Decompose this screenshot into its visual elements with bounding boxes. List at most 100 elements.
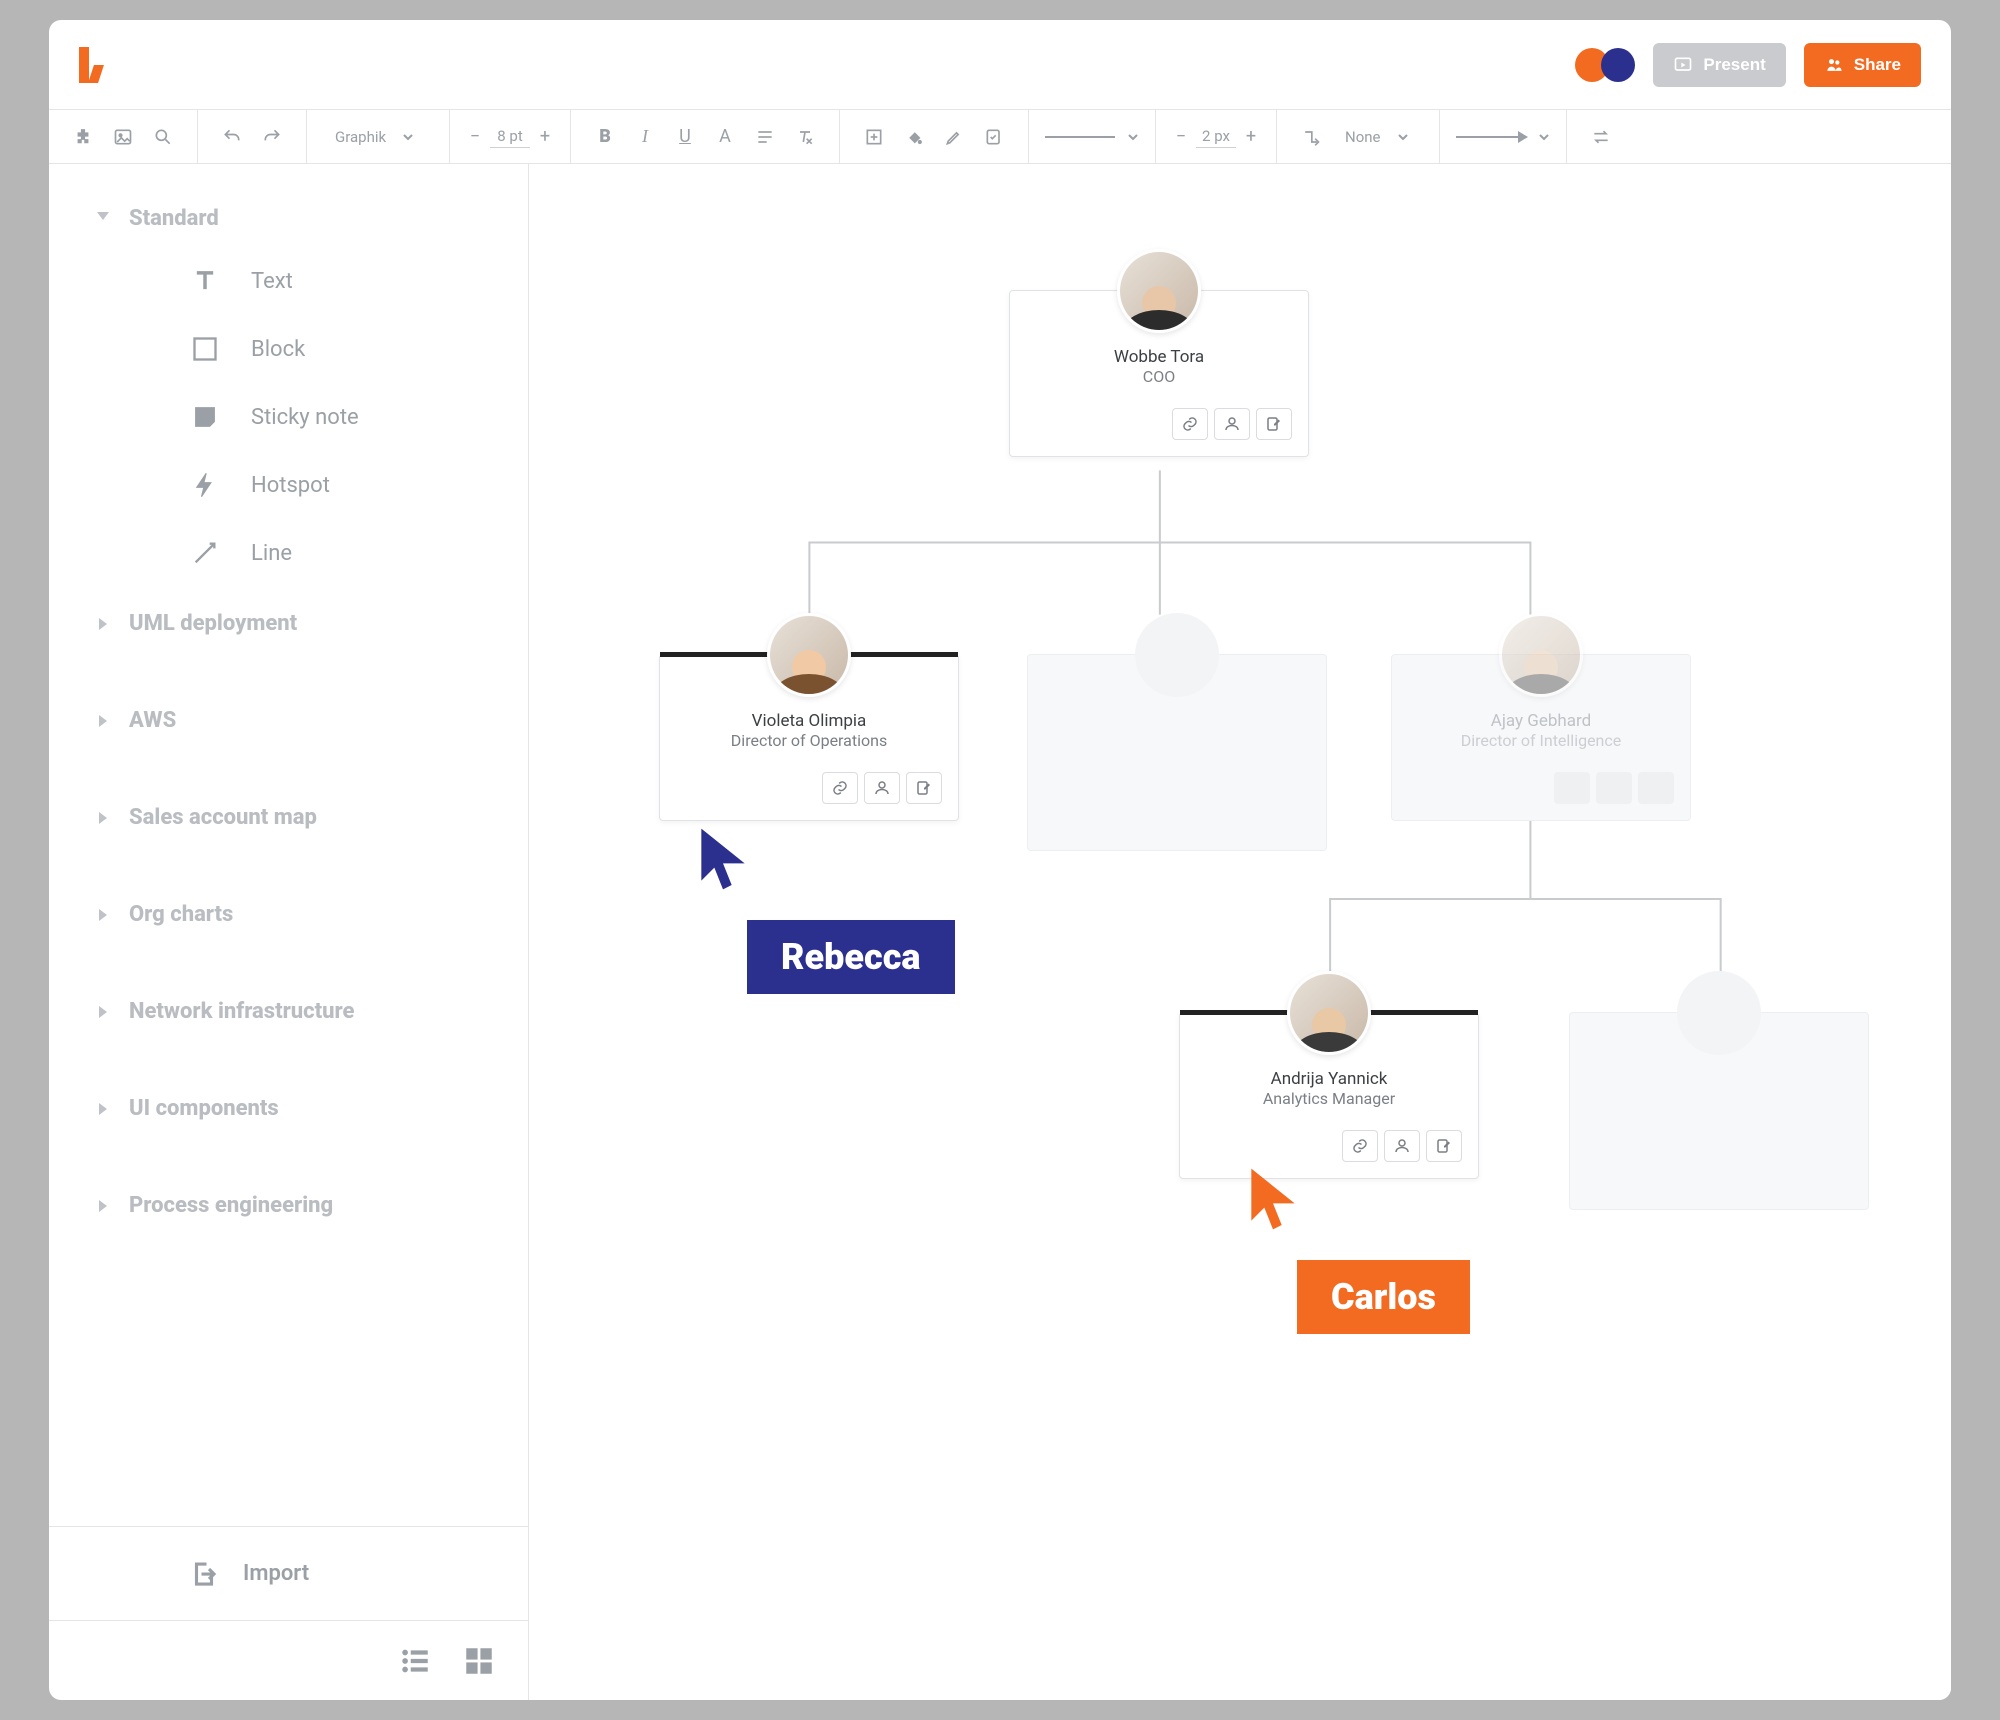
import-button[interactable]: Import xyxy=(49,1526,528,1620)
section-label: UI components xyxy=(129,1096,279,1121)
bold-button[interactable]: B xyxy=(587,119,623,155)
avatar-placeholder xyxy=(1135,613,1219,697)
node-edit-button[interactable] xyxy=(1638,772,1674,804)
font-family-select[interactable]: Graphik xyxy=(323,119,433,155)
font-size-decrease[interactable]: − xyxy=(466,126,484,147)
line-icon xyxy=(189,537,221,569)
paint-bucket-button[interactable] xyxy=(896,119,932,155)
node-name: Andrija Yannick xyxy=(1196,1069,1462,1089)
sidebar-scroll[interactable]: Standard Text Block Sticky note xyxy=(49,164,528,1526)
app-window: Present Share Graphik − xyxy=(49,20,1951,1700)
org-node-grandchild[interactable]: Andrija Yannick Analytics Manager xyxy=(1179,1012,1479,1179)
insert-image-button[interactable] xyxy=(105,119,141,155)
node-link-button[interactable] xyxy=(1172,408,1208,440)
block-icon xyxy=(189,333,221,365)
stroke-width-increase[interactable]: + xyxy=(1242,126,1260,147)
italic-button[interactable]: I xyxy=(627,119,663,155)
presence-avatars[interactable] xyxy=(1575,48,1635,82)
titlebar-right: Present Share xyxy=(1575,43,1921,87)
org-node-left[interactable]: Violeta Olimpia Director of Operations xyxy=(659,654,959,821)
line-style-select[interactable] xyxy=(1045,131,1139,143)
shape-fill-button[interactable] xyxy=(856,119,892,155)
underline-button[interactable]: U xyxy=(667,119,703,155)
present-button[interactable]: Present xyxy=(1653,43,1785,87)
node-link-button[interactable] xyxy=(822,772,858,804)
text-align-button[interactable] xyxy=(747,119,783,155)
search-icon xyxy=(153,127,173,147)
share-button[interactable]: Share xyxy=(1804,43,1921,87)
shape-item-text[interactable]: Text xyxy=(49,247,528,315)
clear-format-button[interactable] xyxy=(787,119,823,155)
font-size-increase[interactable]: + xyxy=(536,126,554,147)
node-person-button[interactable] xyxy=(1596,772,1632,804)
node-edit-button[interactable] xyxy=(1256,408,1292,440)
link-icon xyxy=(831,779,849,797)
node-link-button[interactable] xyxy=(1554,772,1590,804)
node-role: COO xyxy=(1026,367,1292,386)
share-button-label: Share xyxy=(1854,55,1901,75)
font-size-stepper[interactable]: − 8 pt + xyxy=(466,125,554,148)
section-label: Network infrastructure xyxy=(129,999,354,1024)
square-plus-icon xyxy=(864,127,884,147)
sidebar-section-process[interactable]: Process engineering xyxy=(49,1181,528,1230)
bucket-icon xyxy=(904,127,924,147)
stroke-width-stepper[interactable]: − 2 px + xyxy=(1172,125,1260,148)
node-edit-button[interactable] xyxy=(1426,1130,1462,1162)
stroke-width-value[interactable]: 2 px xyxy=(1196,125,1236,148)
font-family-value: Graphik xyxy=(335,128,386,146)
chevron-down-icon xyxy=(402,131,414,143)
undo-button[interactable] xyxy=(214,119,250,155)
node-person-button[interactable] xyxy=(864,772,900,804)
node-person-button[interactable] xyxy=(1384,1130,1420,1162)
sidebar-section-network[interactable]: Network infrastructure xyxy=(49,987,528,1036)
chevron-down-icon xyxy=(1397,131,1409,143)
chevron-down-icon xyxy=(1538,131,1550,143)
canvas[interactable]: Wobbe Tora COO Violeta Olimpia Director … xyxy=(529,164,1951,1700)
connector-routing-button[interactable] xyxy=(1293,119,1329,155)
node-link-button[interactable] xyxy=(1342,1130,1378,1162)
avatar xyxy=(767,613,851,697)
shape-item-block[interactable]: Block xyxy=(49,315,528,383)
titlebar: Present Share xyxy=(49,20,1951,110)
section-label: Process engineering xyxy=(129,1193,333,1218)
sidebar-section-ui[interactable]: UI components xyxy=(49,1084,528,1133)
redo-button[interactable] xyxy=(254,119,290,155)
org-node-placeholder-grandchild[interactable] xyxy=(1569,1012,1869,1210)
sidebar-section-sales[interactable]: Sales account map xyxy=(49,793,528,842)
font-size-value[interactable]: 8 pt xyxy=(490,125,530,148)
avatar xyxy=(1287,971,1371,1055)
swap-direction-button[interactable] xyxy=(1583,119,1619,155)
list-view-button[interactable] xyxy=(398,1644,432,1678)
sidebar-section-org[interactable]: Org charts xyxy=(49,890,528,939)
chevron-right-icon xyxy=(99,715,107,727)
sidebar-section-aws[interactable]: AWS xyxy=(49,696,528,745)
extensions-button[interactable] xyxy=(65,119,101,155)
arrow-style-select[interactable] xyxy=(1456,131,1550,143)
shapes-sidebar: Standard Text Block Sticky note xyxy=(49,164,529,1700)
org-node-right[interactable]: Ajay Gebhard Director of Intelligence xyxy=(1391,654,1691,821)
presence-user-2[interactable] xyxy=(1601,48,1635,82)
shape-item-hotspot[interactable]: Hotspot xyxy=(49,451,528,519)
grid-view-button[interactable] xyxy=(462,1644,496,1678)
eyedropper-button[interactable] xyxy=(936,119,972,155)
shape-item-line[interactable]: Line xyxy=(49,519,528,587)
sidebar-section-uml[interactable]: UML deployment xyxy=(49,599,528,648)
avatar xyxy=(1499,613,1583,697)
node-person-button[interactable] xyxy=(1214,408,1250,440)
search-button[interactable] xyxy=(145,119,181,155)
clear-format-icon xyxy=(795,127,815,147)
node-edit-button[interactable] xyxy=(906,772,942,804)
org-node-root[interactable]: Wobbe Tora COO xyxy=(1009,290,1309,457)
note-check-icon xyxy=(984,127,1004,147)
line-end-select[interactable]: None xyxy=(1333,119,1423,155)
shape-item-sticky[interactable]: Sticky note xyxy=(49,383,528,451)
node-role: Director of Operations xyxy=(676,731,942,750)
sticky-note-icon xyxy=(189,401,221,433)
org-node-placeholder-middle[interactable] xyxy=(1027,654,1327,851)
text-color-button[interactable]: A xyxy=(707,119,743,155)
sidebar-section-standard[interactable]: Standard xyxy=(49,194,528,243)
pencil-icon xyxy=(944,127,964,147)
stroke-width-decrease[interactable]: − xyxy=(1172,126,1190,147)
undo-icon xyxy=(222,127,242,147)
notes-toggle-button[interactable] xyxy=(976,119,1012,155)
